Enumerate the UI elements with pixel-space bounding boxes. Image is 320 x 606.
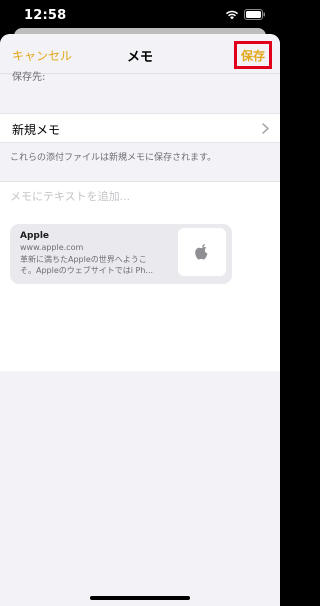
wifi-icon	[226, 10, 238, 19]
status-time: 12:58	[24, 8, 67, 23]
note-content-area: メモにテキストを追加... Apple www.apple.com 革新に満ちた…	[0, 181, 280, 371]
save-button[interactable]: 保存	[241, 47, 265, 64]
link-title: Apple	[20, 231, 50, 241]
note-text-input[interactable]: メモにテキストを追加...	[10, 188, 130, 204]
destination-label: 新規メモ	[12, 123, 61, 137]
destination-row[interactable]: 新規メモ	[0, 113, 280, 143]
link-url: www.apple.com	[20, 243, 84, 252]
save-highlight-box: 保存	[234, 41, 272, 69]
status-icons	[225, 9, 266, 20]
destination-footer-note: これらの添付ファイルは新規メモに保存されます。	[10, 153, 217, 163]
apple-logo-icon	[195, 243, 208, 259]
link-description-line-2: そ。Appleのウェブサイトではi Ph...	[20, 266, 154, 275]
link-description-line-1: 革新に満ちたAppleの世界へようこ	[20, 255, 147, 264]
link-thumbnail	[178, 228, 226, 276]
destination-header: 保存先:	[12, 72, 46, 83]
link-description: 革新に満ちたAppleの世界へようこ そ。Appleのウェブサイトではi Ph.…	[20, 254, 170, 276]
share-sheet: キャンセル メモ 保存 保存先: 新規メモ これらの添付ファイルは新規メモに保存…	[0, 34, 280, 606]
chevron-right-icon	[262, 123, 269, 134]
link-preview-card[interactable]: Apple www.apple.com 革新に満ちたAppleの世界へようこ そ…	[10, 224, 232, 284]
battery-icon	[244, 9, 265, 20]
home-indicator[interactable]	[90, 596, 190, 600]
